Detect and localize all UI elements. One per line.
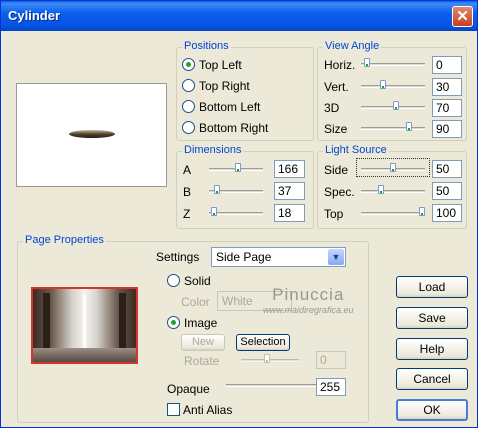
spec-input[interactable]: 50 (432, 182, 462, 200)
thumbnail-pillar-left (43, 293, 50, 348)
chevron-down-icon[interactable]: ▼ (328, 249, 344, 265)
view-angle-legend: View Angle (323, 40, 382, 52)
watermark-url: www.maidiregrafica.eu (263, 305, 354, 315)
ok-button[interactable]: OK (396, 399, 468, 421)
radio-bottom-left[interactable] (182, 100, 195, 113)
vert-slider-thumb[interactable] (380, 80, 387, 89)
settings-label: Settings (156, 250, 200, 264)
horiz-label: Horiz. (324, 58, 356, 72)
top-slider-track[interactable] (361, 212, 425, 215)
dimension-b-slider-thumb[interactable] (213, 185, 220, 194)
close-button[interactable]: ✕ (452, 6, 473, 27)
new-button[interactable]: New (181, 334, 225, 351)
dimension-b-input[interactable]: 37 (274, 182, 305, 200)
dimension-z-input[interactable]: 18 (274, 204, 305, 222)
rotate-label: Rotate (184, 354, 220, 368)
rotate-slider-thumb[interactable] (264, 354, 270, 363)
dimensions-legend: Dimensions (182, 144, 244, 156)
size-slider-track[interactable] (361, 127, 425, 130)
radio-bottom-right-label: Bottom Right (199, 121, 269, 135)
rotate-input[interactable]: 0 (316, 351, 346, 369)
watermark: Pinuccia www.maidiregrafica.eu (263, 285, 354, 315)
side-input[interactable]: 50 (432, 160, 462, 178)
cylinder-shape (69, 130, 115, 138)
light-source-legend: Light Source (323, 144, 389, 156)
watermark-name: Pinuccia (272, 285, 345, 304)
3d-input[interactable]: 70 (432, 99, 462, 117)
solid-label: Solid (184, 274, 211, 288)
close-icon: ✕ (456, 8, 469, 25)
help-button[interactable]: Help (396, 338, 468, 360)
radio-bottom-right[interactable] (182, 121, 195, 134)
anti-alias-label: Anti Alias (183, 403, 233, 417)
3d-label: 3D (324, 101, 340, 115)
dimension-z-label: Z (183, 207, 191, 221)
dimension-b-label: B (183, 185, 192, 199)
title-bar[interactable]: Cylinder ✕ (1, 1, 477, 31)
radio-image[interactable] (167, 316, 180, 329)
page-image-thumbnail (31, 287, 138, 364)
horiz-input[interactable]: 0 (432, 56, 462, 74)
radio-top-right[interactable] (182, 79, 195, 92)
opaque-input[interactable]: 255 (316, 378, 346, 396)
image-label: Image (184, 316, 218, 330)
spec-label: Spec. (324, 185, 355, 199)
thumbnail-pillar-right (119, 293, 126, 348)
rotate-slider-track[interactable] (241, 359, 299, 362)
vert-label: Vert. (324, 80, 349, 94)
top-label: Top (324, 207, 344, 221)
dimension-a-input[interactable]: 166 (274, 160, 305, 178)
load-button[interactable]: Load (396, 276, 468, 298)
selection-button[interactable]: Selection (236, 334, 290, 351)
radio-bottom-left-label: Bottom Left (199, 100, 261, 114)
anti-alias-checkbox[interactable] (167, 403, 180, 416)
size-slider-thumb[interactable] (406, 122, 413, 131)
color-value: White (222, 294, 253, 308)
radio-solid[interactable] (167, 274, 180, 287)
side-slider-thumb[interactable] (390, 163, 396, 172)
save-button[interactable]: Save (396, 307, 468, 329)
size-label: Size (324, 122, 348, 136)
settings-dropdown[interactable]: Side Page ▼ (211, 247, 346, 267)
cancel-button[interactable]: Cancel (396, 368, 468, 390)
opaque-label: Opaque (167, 382, 210, 396)
vert-slider-track[interactable] (361, 85, 425, 88)
top-input[interactable]: 100 (432, 204, 462, 222)
spec-slider-track[interactable] (361, 190, 425, 193)
dimension-z-slider-track[interactable] (209, 212, 263, 215)
horiz-slider-thumb[interactable] (363, 58, 370, 67)
radio-top-right-label: Top Right (199, 79, 250, 93)
dimension-a-label: A (183, 163, 192, 177)
thumbnail-floor (33, 348, 136, 362)
window-title: Cylinder (8, 8, 61, 23)
positions-legend: Positions (182, 40, 231, 52)
cylinder-dialog: Cylinder ✕ Positions Top Left Top Right … (0, 0, 478, 428)
size-input[interactable]: 90 (432, 120, 462, 138)
top-slider-thumb[interactable] (419, 207, 425, 216)
radio-top-left[interactable] (182, 58, 195, 71)
cylinder-preview (16, 83, 167, 187)
3d-slider-thumb[interactable] (392, 101, 399, 110)
horiz-slider-track[interactable] (361, 63, 425, 66)
page-properties-legend: Page Properties (23, 234, 106, 246)
dimension-a-slider-thumb[interactable] (235, 163, 242, 172)
spec-slider-thumb[interactable] (378, 185, 385, 194)
dimension-z-slider-thumb[interactable] (211, 207, 218, 216)
radio-top-left-label: Top Left (199, 58, 242, 72)
vert-input[interactable]: 30 (432, 78, 462, 96)
settings-value: Side Page (216, 250, 272, 264)
side-label: Side (324, 163, 349, 177)
color-label: Color (181, 295, 210, 309)
